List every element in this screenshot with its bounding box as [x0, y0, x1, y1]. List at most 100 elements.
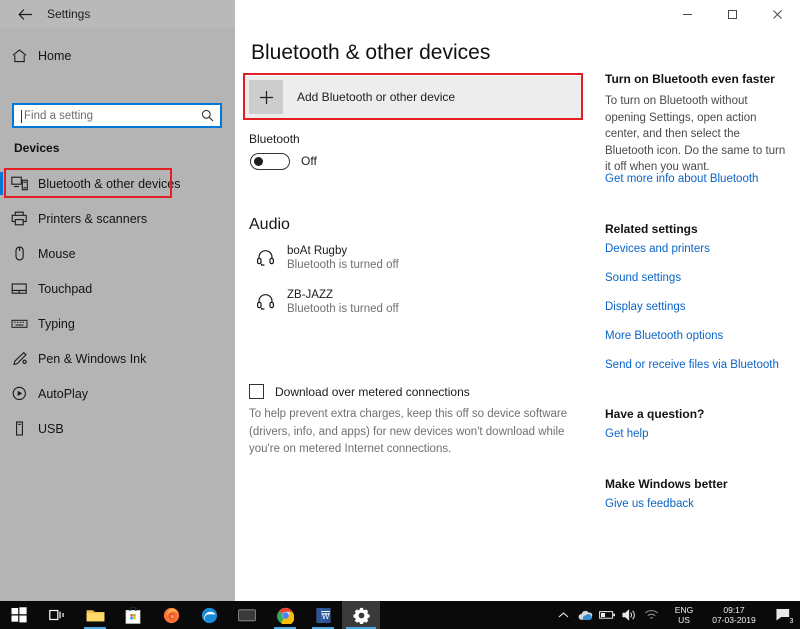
device-status: Bluetooth is turned off — [287, 302, 399, 317]
metered-description: To help prevent extra charges, keep this… — [249, 406, 569, 459]
add-device-label: Add Bluetooth or other device — [297, 90, 455, 104]
metered-checkbox[interactable] — [249, 384, 264, 399]
printer-icon — [0, 211, 38, 226]
settings-window: Settings Home — [0, 0, 800, 629]
link-sound-settings[interactable]: Sound settings — [605, 272, 681, 284]
microsoft-edge[interactable] — [190, 601, 228, 629]
selection-accent-bar — [0, 417, 3, 440]
svg-text:W: W — [321, 612, 329, 621]
link-send-or-receive-files-via-bluetooth[interactable]: Send or receive files via Bluetooth — [605, 359, 779, 371]
settings[interactable] — [342, 601, 380, 629]
sidebar-item-label: Mouse — [38, 247, 76, 261]
sidebar-item-label: Typing — [38, 317, 75, 331]
clock-date: 07-03-2019 — [712, 615, 755, 625]
search-caret — [21, 110, 22, 123]
selection-accent-bar — [0, 207, 3, 230]
minimize-icon[interactable] — [665, 0, 710, 28]
clock-time: 09:17 — [723, 605, 744, 615]
link-give-us-feedback[interactable]: Give us feedback — [605, 498, 694, 510]
battery-icon[interactable] — [596, 601, 618, 629]
sidebar-nav-list: Bluetooth & other devices Printers & sca… — [0, 166, 235, 446]
sidebar-item-label: Bluetooth & other devices — [38, 177, 180, 191]
selection-accent-bar — [0, 242, 3, 265]
sidebar-item-label: Pen & Windows Ink — [38, 352, 146, 366]
related-settings-header: Related settings — [605, 222, 698, 236]
sidebar-item-bluetooth-other-devices[interactable]: Bluetooth & other devices — [0, 166, 235, 201]
file-explorer[interactable] — [76, 601, 114, 629]
search-box[interactable] — [12, 103, 222, 128]
link-get-help[interactable]: Get help — [605, 428, 648, 440]
sidebar-item-home[interactable]: Home — [0, 42, 235, 70]
sidebar-item-label: Printers & scanners — [38, 212, 147, 226]
sidebar-item-usb[interactable]: USB — [0, 411, 235, 446]
onedrive-icon[interactable] — [574, 601, 596, 629]
faster-body: To turn on Bluetooth without opening Set… — [605, 93, 790, 176]
selection-accent-bar — [0, 312, 3, 335]
back-arrow-icon[interactable] — [10, 0, 40, 28]
device-info: boAt Rugby Bluetooth is turned off — [287, 244, 399, 273]
headset-icon — [249, 293, 281, 311]
sidebar-item-autoplay[interactable]: AutoPlay — [0, 376, 235, 411]
device-info: ZB-JAZZ Bluetooth is turned off — [287, 288, 399, 317]
maximize-icon[interactable] — [710, 0, 755, 28]
start-button[interactable] — [0, 601, 38, 629]
bluetooth-section-label: Bluetooth — [249, 132, 300, 146]
sidebar-item-typing[interactable]: Typing — [0, 306, 235, 341]
selection-accent-bar — [0, 382, 3, 405]
audio-section-header: Audio — [249, 216, 290, 234]
sidebar-group-header: Devices — [14, 141, 59, 155]
close-icon[interactable] — [755, 0, 800, 28]
selection-accent-bar — [0, 277, 3, 300]
sidebar-item-label: AutoPlay — [38, 387, 88, 401]
terminal[interactable] — [228, 601, 266, 629]
sidebar-item-touchpad[interactable]: Touchpad — [0, 271, 235, 306]
keyboard-icon — [0, 316, 38, 331]
firefox[interactable] — [152, 601, 190, 629]
bluetooth-toggle[interactable] — [250, 153, 290, 170]
speaker-icon[interactable] — [618, 601, 640, 629]
sidebar-item-mouse[interactable]: Mouse — [0, 236, 235, 271]
link-more-bluetooth-options[interactable]: More Bluetooth options — [605, 330, 723, 342]
sidebar-item-printers-scanners[interactable]: Printers & scanners — [0, 201, 235, 236]
bluetooth-devices-icon — [0, 176, 38, 191]
home-icon — [0, 49, 38, 63]
sidebar-home-label: Home — [38, 49, 71, 63]
microsoft-store[interactable] — [114, 601, 152, 629]
language-line-2: US — [678, 615, 690, 625]
link-devices-and-printers[interactable]: Devices and printers — [605, 243, 710, 255]
toggle-knob — [254, 157, 263, 166]
link-display-settings[interactable]: Display settings — [605, 301, 686, 313]
task-view-button[interactable] — [38, 601, 76, 629]
search-icon[interactable] — [201, 109, 214, 127]
right-info-panel: Turn on Bluetooth even faster To turn on… — [593, 28, 800, 601]
chevron-up-icon[interactable] — [552, 601, 574, 629]
language-line-1: ENG — [675, 605, 693, 615]
device-list-item[interactable]: ZB-JAZZ Bluetooth is turned off — [249, 284, 579, 320]
device-name: boAt Rugby — [287, 244, 399, 258]
bluetooth-toggle-state: Off — [301, 153, 317, 170]
language-indicator[interactable]: ENG US — [668, 601, 700, 629]
metered-connections-row[interactable]: Download over metered connections — [249, 384, 470, 399]
window-title: Settings — [47, 0, 90, 28]
add-bluetooth-device-button[interactable]: Add Bluetooth or other device — [245, 76, 581, 118]
link-get-more-info-about-bluetooth[interactable]: Get more info about Bluetooth — [605, 173, 758, 185]
action-center-icon[interactable]: 3 — [768, 601, 800, 629]
device-status: Bluetooth is turned off — [287, 258, 399, 273]
wifi-icon[interactable] — [640, 601, 662, 629]
device-list-item[interactable]: boAt Rugby Bluetooth is turned off — [249, 240, 579, 276]
google-chrome[interactable] — [266, 601, 304, 629]
feedback-header: Make Windows better — [605, 477, 728, 491]
device-name: ZB-JAZZ — [287, 288, 399, 302]
page-title: Bluetooth & other devices — [251, 41, 490, 65]
question-header: Have a question? — [605, 407, 704, 421]
touchpad-icon — [0, 281, 38, 296]
mouse-icon — [0, 246, 38, 261]
search-input[interactable] — [14, 105, 194, 126]
microsoft-word[interactable]: W — [304, 601, 342, 629]
autoplay-icon — [0, 386, 38, 401]
sidebar-item-pen-windows-ink[interactable]: Pen & Windows Ink — [0, 341, 235, 376]
clock[interactable]: 09:17 07-03-2019 — [700, 601, 768, 629]
taskbar: W — [0, 601, 800, 629]
sidebar-item-label: Touchpad — [38, 282, 92, 296]
usb-icon — [0, 421, 38, 436]
